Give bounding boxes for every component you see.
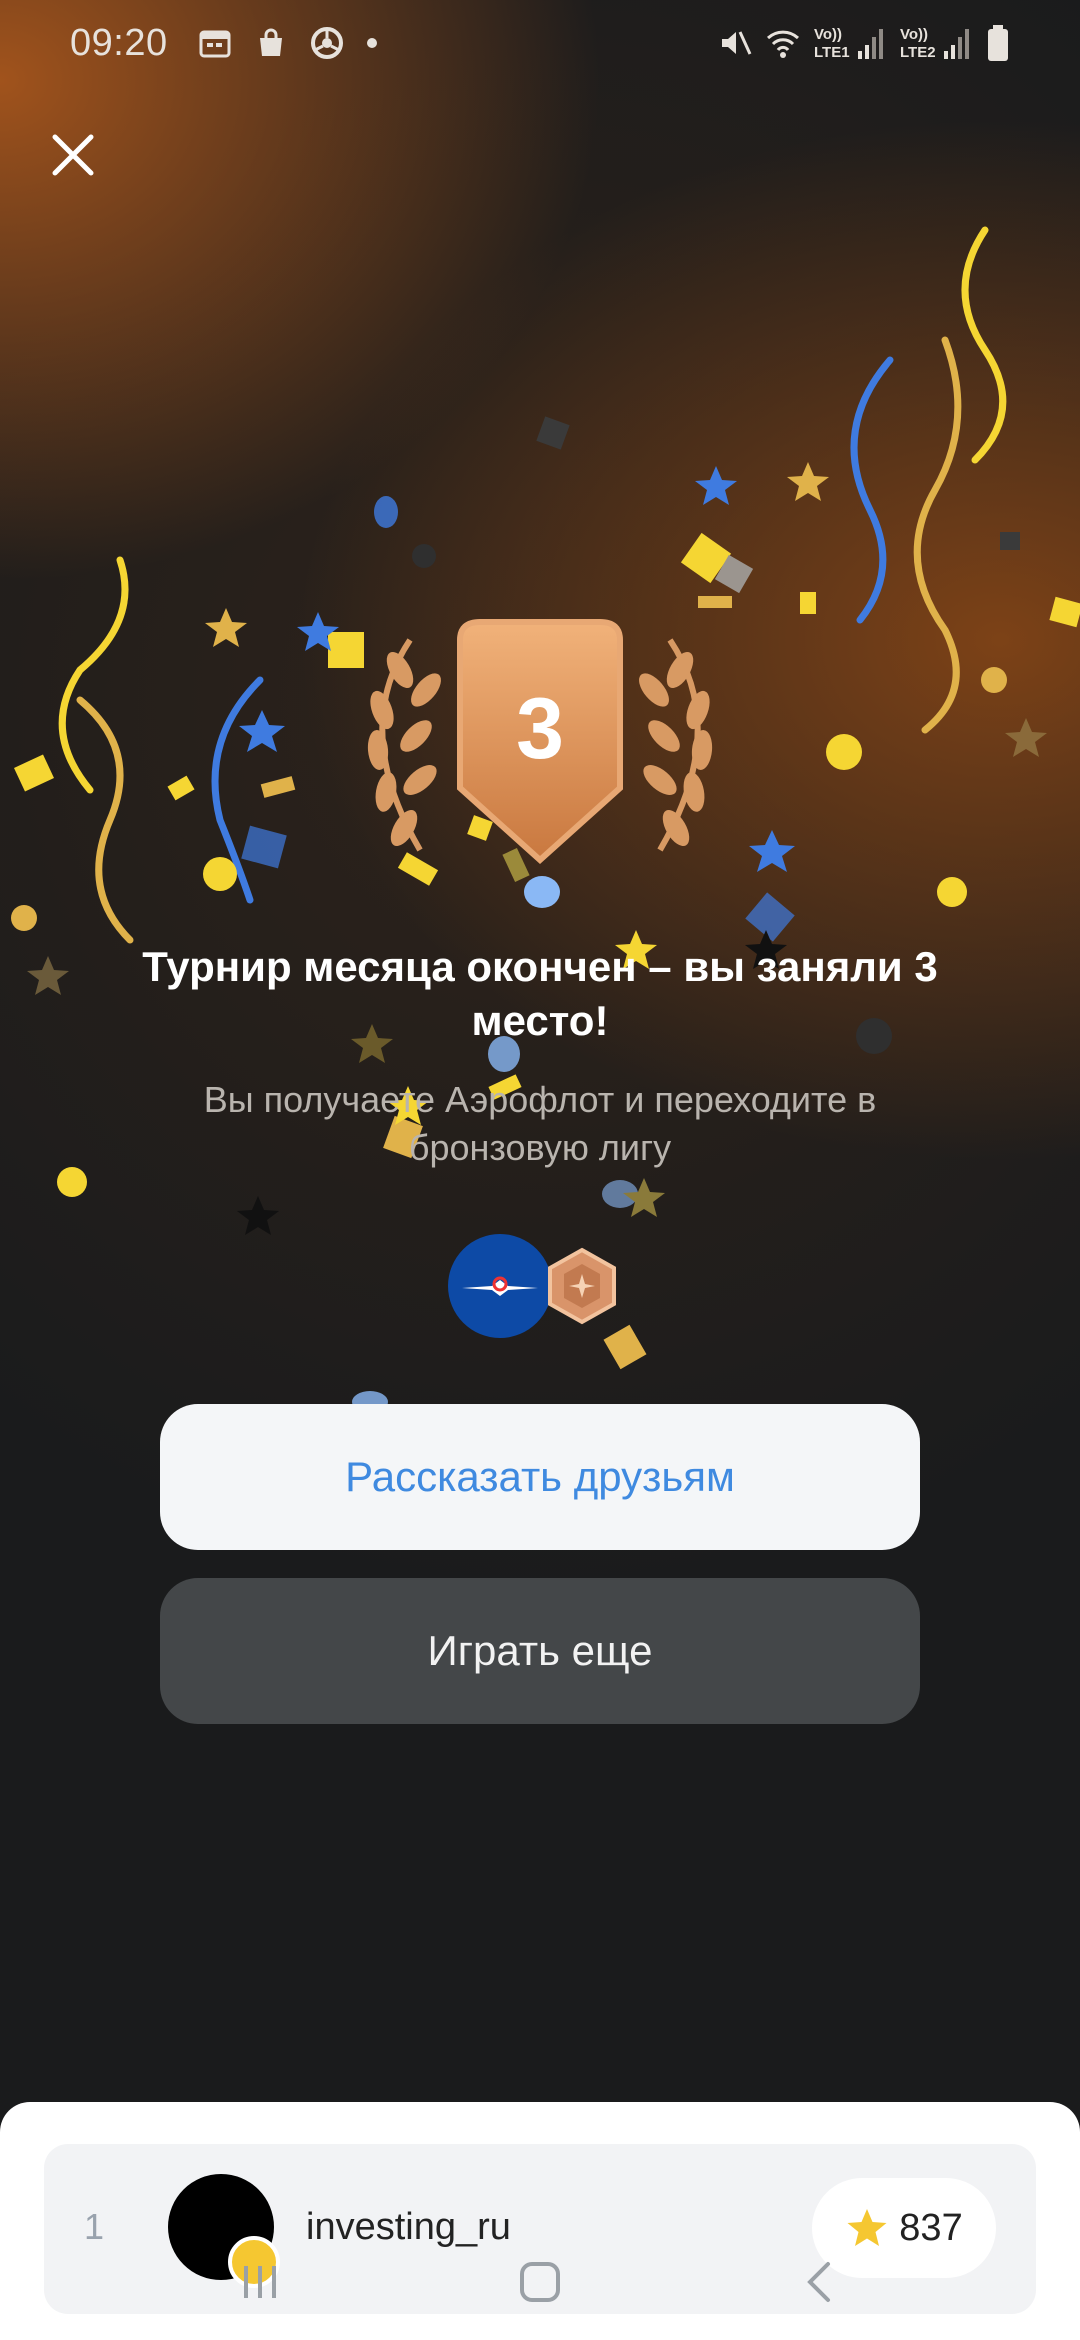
place-number: 3 <box>516 681 564 777</box>
place-badge: 3 <box>330 600 750 900</box>
mute-icon <box>722 31 752 55</box>
result-title: Турнир месяца окончен – вы заняли 3 мест… <box>142 943 938 1044</box>
calendar-icon <box>199 30 231 58</box>
recent-apps-icon <box>244 2266 276 2298</box>
bronze-league-badge-icon <box>548 1247 616 1325</box>
result-subtitle: Вы получаете Аэрофлот и переходите в бро… <box>203 1079 877 1168</box>
status-icons-right: Vo)) LTE1 Vo)) LTE2 <box>718 23 1010 63</box>
close-button[interactable] <box>42 124 104 186</box>
status-bar: 09:20 Vo)) LTE1 Vo)) LTE2 <box>0 0 1080 86</box>
svg-text:Vo)): Vo)) <box>900 26 928 43</box>
lte2-signal-icon: Vo))LTE2 <box>900 26 969 61</box>
lte1-signal-icon: Vo))LTE1 <box>814 26 883 61</box>
aeroflot-logo <box>448 1234 552 1338</box>
wifi-icon <box>766 30 800 58</box>
svg-text:LTE1: LTE1 <box>814 44 850 61</box>
dot-icon <box>366 38 377 48</box>
home-button[interactable] <box>510 2252 570 2312</box>
system-navigation-bar <box>0 2230 1080 2340</box>
rewards <box>448 1234 628 1344</box>
chrome-icon <box>310 27 343 59</box>
close-icon <box>52 134 94 176</box>
battery-icon <box>988 25 1008 61</box>
svg-text:LTE2: LTE2 <box>900 44 936 61</box>
share-with-friends-button[interactable]: Рассказать друзьям <box>160 1404 920 1550</box>
status-time: 09:20 <box>70 21 168 64</box>
back-icon <box>807 2262 830 2302</box>
status-icons-left <box>198 26 378 60</box>
shopping-bag-icon <box>259 28 282 56</box>
recent-apps-button[interactable] <box>230 2252 290 2312</box>
back-button[interactable] <box>790 2252 850 2312</box>
svg-text:Vo)): Vo)) <box>814 26 842 43</box>
home-icon <box>520 2262 560 2302</box>
play-again-button[interactable]: Играть еще <box>160 1578 920 1724</box>
